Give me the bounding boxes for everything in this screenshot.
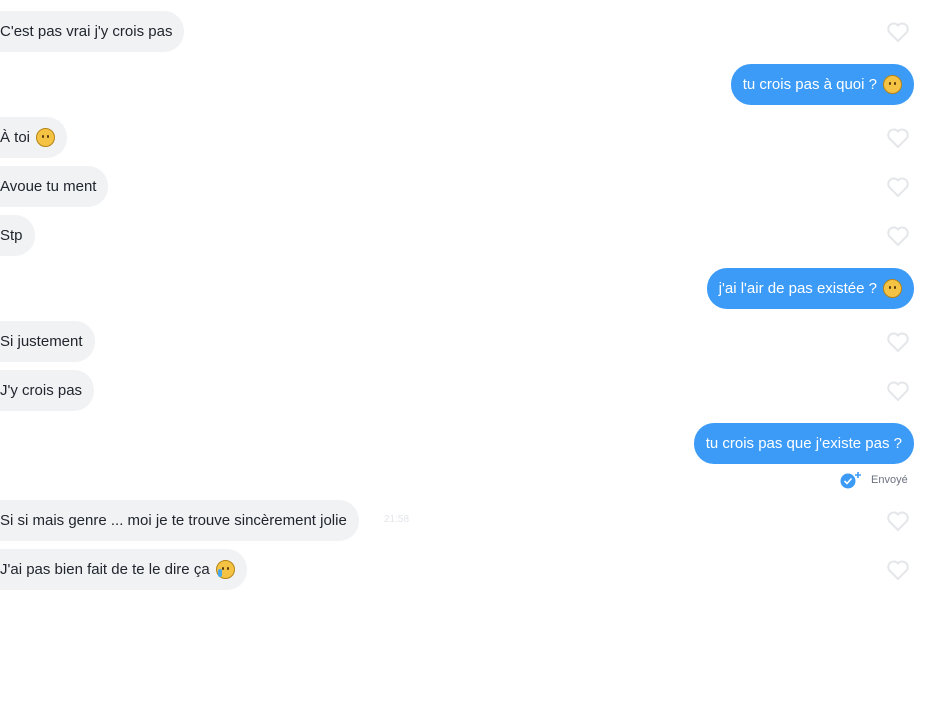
- message-bubble-outgoing[interactable]: tu crois pas à quoi ?: [730, 64, 914, 105]
- message-text: J'ai pas bien fait de te le dire ça: [0, 561, 210, 578]
- message-text: À toi: [0, 129, 31, 146]
- message-text: J'y crois pas: [0, 382, 83, 399]
- message-bubble-incoming[interactable]: Si si mais genre ... moi je te trouve si…: [0, 500, 359, 541]
- message-text: tu crois pas que j'existe pas ?: [705, 435, 902, 452]
- heart-icon[interactable]: [886, 510, 910, 532]
- message-bubble-incoming[interactable]: Stp: [0, 215, 35, 256]
- message-bubble-incoming[interactable]: Si justement: [0, 321, 95, 362]
- heart-icon[interactable]: [886, 559, 910, 581]
- message-text: Si si mais genre ... moi je te trouve si…: [0, 512, 347, 529]
- message-text: tu crois pas à quoi ?: [742, 76, 877, 93]
- heart-icon[interactable]: [886, 331, 910, 353]
- slightly-smiling-face-emoji: [36, 128, 56, 147]
- heart-icon[interactable]: [886, 176, 910, 198]
- message-text: Si justement: [0, 333, 83, 350]
- message-text: j'ai l'air de pas existée ?: [718, 280, 877, 297]
- message-bubble-outgoing[interactable]: j'ai l'air de pas existée ?: [706, 268, 914, 309]
- message-bubble-incoming[interactable]: À toi: [0, 117, 68, 158]
- message-text: C'est pas vrai j'y crois pas: [0, 23, 173, 40]
- grinning-sweat-emoji: [883, 75, 902, 94]
- sent-status: Envoyé: [839, 471, 908, 489]
- crying-face-emoji: [215, 560, 235, 579]
- message-bubble-incoming[interactable]: C'est pas vrai j'y crois pas: [0, 11, 185, 52]
- heart-icon[interactable]: [886, 21, 910, 43]
- message-timestamp: 21:58: [384, 514, 410, 525]
- message-bubble-incoming[interactable]: J'ai pas bien fait de te le dire ça: [0, 549, 247, 590]
- heart-icon[interactable]: [886, 380, 910, 402]
- thinking-face-emoji: [883, 279, 902, 298]
- sent-label: Envoyé: [871, 474, 908, 486]
- heart-icon[interactable]: [886, 127, 910, 149]
- heart-icon[interactable]: [886, 225, 910, 247]
- message-bubble-outgoing[interactable]: tu crois pas que j'existe pas ?: [693, 423, 914, 464]
- message-text: Stp: [0, 227, 23, 244]
- double-check-icon: [840, 472, 861, 489]
- message-text: Avoue tu ment: [0, 178, 97, 195]
- message-bubble-incoming[interactable]: J'y crois pas: [0, 370, 95, 411]
- message-bubble-incoming[interactable]: Avoue tu ment: [0, 166, 109, 207]
